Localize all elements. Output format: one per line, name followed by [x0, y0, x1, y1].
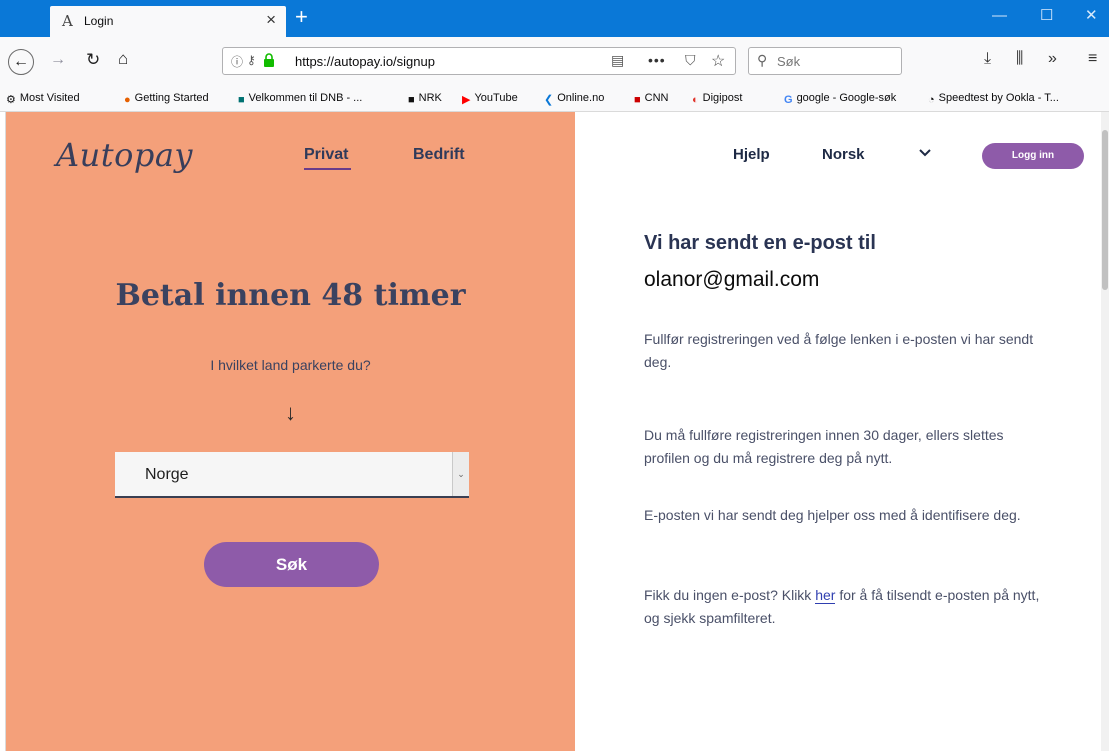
- close-window-icon[interactable]: ✕: [1085, 8, 1098, 24]
- autopay-favicon-icon: A: [62, 12, 73, 30]
- dnb-icon: ■: [238, 94, 245, 106]
- google-icon: G: [784, 94, 793, 106]
- confirmation-email: olanor@gmail.com: [644, 268, 820, 291]
- gear-icon: ⚙: [6, 94, 16, 106]
- overflow-chevron-icon[interactable]: »: [1048, 50, 1057, 68]
- key-icon: ⚷: [247, 53, 256, 67]
- resend-link[interactable]: her: [815, 587, 836, 604]
- youtube-icon: ▶: [462, 94, 471, 106]
- scrollbar-thumb[interactable]: [1102, 130, 1108, 290]
- help-link[interactable]: Hjelp: [733, 146, 770, 163]
- digipost-icon: ◐: [692, 94, 699, 106]
- select-chevron-down-icon[interactable]: ⌄: [452, 452, 469, 496]
- autopay-logo[interactable]: Autopay: [56, 136, 193, 174]
- bookmarks-toolbar: ⚙ Most Visited ● Getting Started ■ Velkomme…: [0, 87, 1109, 112]
- navigation-toolbar: ← → ↻ ⌂ ⓘ ⚷ https://autopay.io/signup ▤ …: [0, 37, 1109, 88]
- bookmark-speedtest[interactable]: ◔ Speedtest by Ookla - T...: [928, 92, 1059, 106]
- back-arrow-icon[interactable]: ←: [8, 49, 34, 75]
- left-panel: Autopay Privat Bedrift Betal innen 48 ti…: [6, 112, 575, 751]
- instruction-paragraph: Fullfør registreringen ved å følge lenke…: [644, 331, 1034, 370]
- lock-icon[interactable]: [263, 53, 275, 67]
- arrow-down-icon: ↓: [285, 400, 296, 425]
- maximize-icon[interactable]: ☐: [1040, 8, 1053, 24]
- speedtest-icon: ◔: [928, 94, 935, 106]
- firefox-icon: ●: [124, 94, 131, 106]
- reader-view-icon[interactable]: ▤: [611, 52, 624, 69]
- site-info-icon[interactable]: ⓘ: [231, 53, 243, 70]
- country-question: I hvilket land parkerte du?: [210, 357, 371, 373]
- new-tab-button[interactable]: +: [295, 4, 308, 30]
- tab-title: Login: [84, 14, 114, 28]
- language-select[interactable]: Norsk: [822, 146, 865, 163]
- bookmark-cnn[interactable]: ■ CNN: [634, 92, 669, 106]
- menu-hamburger-icon[interactable]: ≡: [1088, 50, 1097, 68]
- bookmark-most-visited[interactable]: ⚙ Most Visited: [6, 92, 80, 106]
- search-placeholder: Søk: [777, 54, 801, 69]
- forward-arrow-icon[interactable]: →: [50, 51, 66, 69]
- confirmation-title: Vi har sendt en e-post til: [644, 232, 876, 254]
- url-bar[interactable]: ⓘ ⚷ https://autopay.io/signup ▤ ••• ⛉ ☆: [222, 47, 736, 75]
- minimize-icon[interactable]: —: [992, 8, 1007, 24]
- deadline-paragraph: Du må fullføre registreringen innen 30 d…: [644, 427, 1004, 466]
- pocket-icon[interactable]: ⛉: [685, 52, 696, 69]
- home-icon[interactable]: ⌂: [118, 49, 128, 69]
- bookmark-dnb[interactable]: ■ Velkommen til DNB - ...: [238, 92, 362, 106]
- search-button[interactable]: Søk: [204, 542, 379, 587]
- right-panel: Hjelp Norsk Logg inn Vi har sendt en e-p…: [575, 112, 1101, 751]
- active-nav-underline: [304, 168, 351, 170]
- downloads-icon[interactable]: ⤓: [984, 50, 991, 68]
- country-select-value: Norge: [145, 466, 189, 483]
- cnn-icon: ■: [634, 94, 641, 106]
- nav-bedrift-link[interactable]: Bedrift: [413, 146, 465, 164]
- bookmark-nrk[interactable]: ■ NRK: [408, 92, 442, 106]
- page-headline: Betal innen 48 timer: [115, 278, 466, 313]
- bookmark-star-icon[interactable]: ☆: [711, 51, 725, 71]
- tab-close-icon[interactable]: ×: [266, 11, 276, 29]
- bookmark-getting-started[interactable]: ● Getting Started: [124, 92, 209, 106]
- browser-titlebar: A Login × + — ☐ ✕: [0, 0, 1109, 37]
- identify-paragraph: E-posten vi har sendt deg hjelper oss me…: [644, 507, 1021, 523]
- bookmark-online[interactable]: ❮ Online.no: [544, 92, 604, 106]
- browser-tab-login[interactable]: A Login ×: [50, 6, 286, 37]
- nav-privat-link[interactable]: Privat: [304, 146, 348, 164]
- chevron-down-icon[interactable]: [918, 142, 932, 162]
- page-content: Autopay Privat Bedrift Betal innen 48 ti…: [6, 112, 1101, 751]
- resend-text-before: Fikk du ingen e-post? Klikk: [644, 587, 816, 603]
- online-icon: ❮: [544, 94, 554, 106]
- search-icon: ⚲: [757, 52, 768, 68]
- country-select[interactable]: Norge ⌄: [115, 452, 469, 498]
- page-actions-icon[interactable]: •••: [648, 52, 666, 68]
- login-button[interactable]: Logg inn: [982, 143, 1084, 169]
- bookmark-youtube[interactable]: ▶ YouTube: [462, 92, 518, 106]
- bookmark-digipost[interactable]: ◐ Digipost: [692, 92, 742, 106]
- reload-icon[interactable]: ↻: [86, 50, 100, 70]
- bookmark-google[interactable]: Ggoogle - Google-søk: [784, 92, 896, 106]
- url-text[interactable]: https://autopay.io/signup: [295, 54, 435, 69]
- resend-paragraph: Fikk du ingen e-post? Klikk her for å få…: [644, 584, 1044, 630]
- nrk-icon: ■: [408, 94, 415, 106]
- search-bar[interactable]: ⚲ Søk: [748, 47, 902, 75]
- library-icon[interactable]: ⫼: [1016, 50, 1023, 68]
